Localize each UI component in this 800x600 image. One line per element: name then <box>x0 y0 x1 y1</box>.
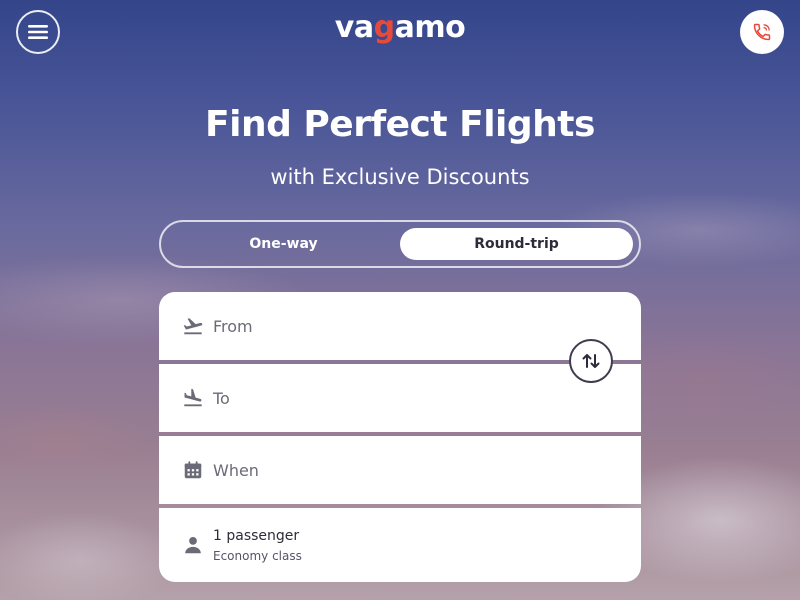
page-subtitle: with Exclusive Discounts <box>270 165 530 189</box>
phone-icon <box>753 23 771 41</box>
to-label: To <box>213 388 230 408</box>
to-field[interactable]: To <box>159 364 641 432</box>
person-icon <box>181 533 205 557</box>
page-title: Find Perfect Flights <box>205 104 595 145</box>
logo-text-suffix: amo <box>394 10 466 45</box>
when-field[interactable]: When <box>159 436 641 504</box>
header: vagamo <box>0 0 800 64</box>
when-label: When <box>213 460 259 480</box>
swap-button[interactable] <box>569 339 613 383</box>
one-way-option[interactable]: One-way <box>167 228 400 260</box>
call-button[interactable] <box>740 10 784 54</box>
round-trip-option[interactable]: Round-trip <box>400 228 633 260</box>
flight-search-form: From To When 1 passenger Economy class <box>159 292 641 582</box>
logo[interactable]: vagamo <box>0 10 800 45</box>
passenger-count: 1 passenger <box>213 527 300 544</box>
takeoff-plane-icon <box>181 314 205 338</box>
trip-type-toggle: One-way Round-trip <box>159 220 641 268</box>
calendar-icon <box>181 458 205 482</box>
swap-arrows-icon <box>582 354 600 368</box>
cabin-class: Economy class <box>213 548 302 563</box>
from-label: From <box>213 316 253 336</box>
landing-plane-icon <box>181 386 205 410</box>
from-field[interactable]: From <box>159 292 641 360</box>
logo-text-prefix: va <box>334 10 374 45</box>
passengers-field[interactable]: 1 passenger Economy class <box>159 508 641 582</box>
logo-text-accent: g <box>373 10 395 45</box>
passengers-summary: 1 passenger Economy class <box>213 528 302 563</box>
